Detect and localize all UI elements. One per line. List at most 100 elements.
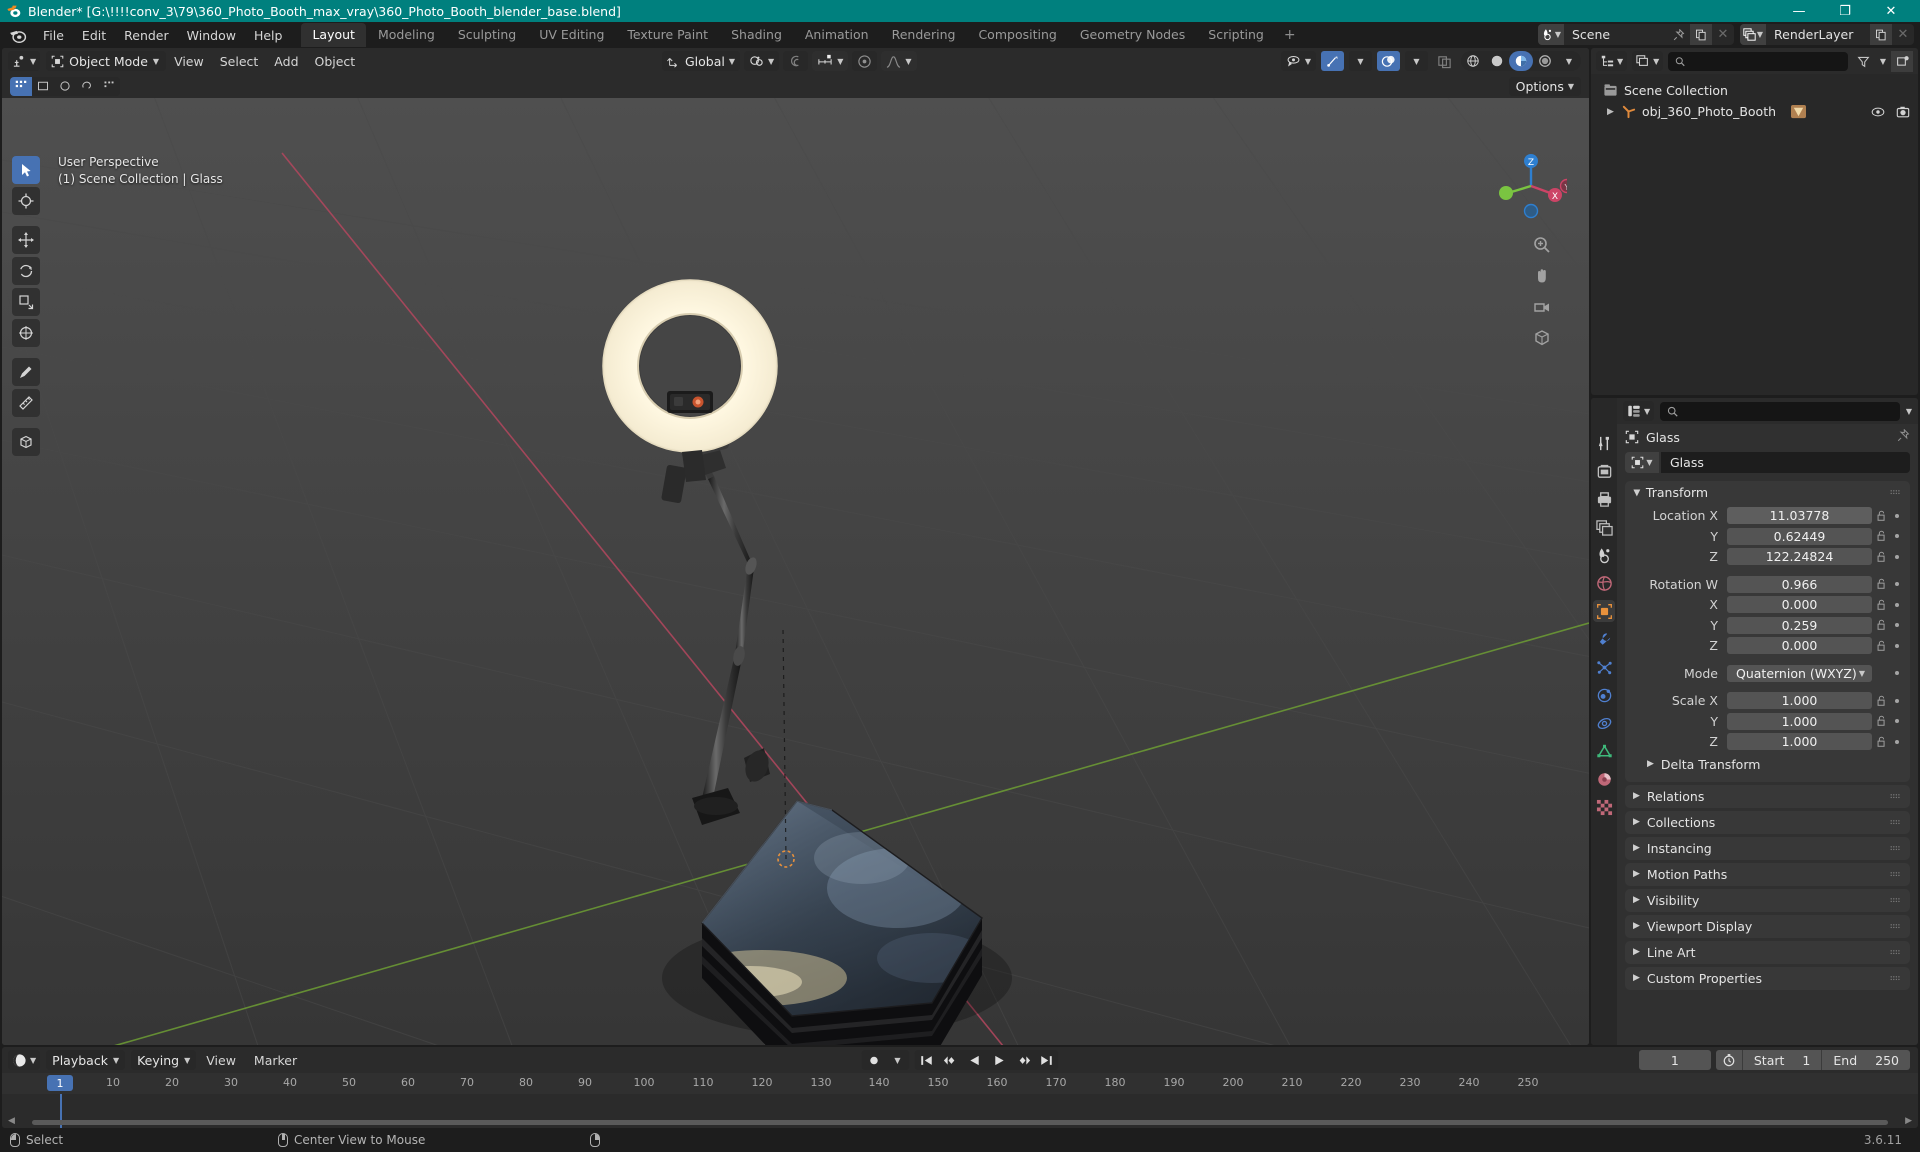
field-scale-x[interactable]: 1.000 (1727, 692, 1872, 709)
viewport-menu-select[interactable]: Select (212, 52, 267, 71)
play-reverse-button[interactable] (963, 1050, 987, 1070)
camera-view-icon[interactable] (1531, 296, 1553, 318)
panel-custom-properties[interactable]: ▶ Custom Properties (1625, 966, 1910, 990)
viewlayer-name[interactable]: RenderLayer (1766, 24, 1870, 45)
properties-editor[interactable]: ▼ ▼ Glass ▼ Glass ▶ Transform Location X… (1591, 398, 1918, 1045)
overlays-toggle-button[interactable] (1377, 51, 1400, 71)
pin-id-icon[interactable] (1897, 428, 1910, 445)
menu-edit[interactable]: Edit (73, 26, 115, 45)
shading-rendered-button[interactable] (1533, 51, 1557, 71)
auto-keying-options-dropdown[interactable]: ▼ (886, 1050, 910, 1070)
field-scale-y[interactable]: 1.000 (1727, 712, 1872, 730)
jump-to-prev-keyframe-button[interactable] (939, 1050, 963, 1070)
animate-scale-z-dot[interactable] (1891, 739, 1903, 744)
viewport-options-button[interactable]: Options ▼ (1508, 76, 1581, 96)
playhead-indicator[interactable]: 1 (47, 1075, 73, 1091)
menu-file[interactable]: File (34, 26, 73, 45)
minimize-button[interactable]: — (1776, 0, 1822, 22)
lock-location-y-icon[interactable] (1872, 530, 1891, 542)
outliner-search-field[interactable] (1690, 54, 1841, 68)
snapping-toggle[interactable] (783, 51, 809, 71)
chevron-down-icon[interactable]: ▼ (1906, 407, 1912, 416)
blender-menu-icon[interactable] (8, 25, 28, 45)
camera-render-icon[interactable] (1896, 105, 1910, 119)
tab-modeling[interactable]: Modeling (367, 23, 446, 47)
jump-to-end-button[interactable] (1035, 1050, 1059, 1070)
panel-line-art[interactable]: ▶ Line Art (1625, 940, 1910, 964)
lock-scale-z-icon[interactable] (1872, 736, 1891, 748)
lock-scale-y-icon[interactable] (1872, 715, 1891, 727)
properties-tab-object[interactable] (1593, 600, 1615, 622)
lock-scale-x-icon[interactable] (1872, 695, 1891, 707)
tool-rotate[interactable] (12, 257, 40, 285)
tab-animation[interactable]: Animation (794, 23, 880, 47)
field-scale-z[interactable]: 1.000 (1727, 733, 1872, 750)
scene-selector[interactable]: ▼ Scene ✕ (1538, 24, 1734, 45)
shading-material-preview-button[interactable] (1509, 51, 1533, 71)
shading-solid-button[interactable] (1485, 51, 1509, 71)
viewport-menu-view[interactable]: View (166, 52, 212, 71)
viewport-canvas[interactable]: User Perspective (1) Scene Collection | … (2, 98, 1589, 1045)
overlays-options-dropdown[interactable]: ▼ (1405, 51, 1428, 71)
viewport-menu-add[interactable]: Add (266, 52, 306, 71)
timeline-view-menu[interactable]: View (198, 1051, 244, 1070)
new-viewlayer-icon[interactable] (1870, 24, 1892, 45)
animate-rotation-w-dot[interactable] (1891, 582, 1903, 586)
expand-triangle-icon[interactable]: ▶ (1607, 107, 1614, 117)
properties-tab-world[interactable] (1593, 572, 1615, 594)
current-frame-field[interactable]: 1 (1638, 1050, 1711, 1070)
panel-motion-paths[interactable]: ▶ Motion Paths (1625, 862, 1910, 886)
panel-transform-header[interactable]: ▶ Transform (1625, 481, 1910, 504)
properties-tab-tool[interactable] (1593, 432, 1615, 454)
panel-collections[interactable]: ▶ Collections (1625, 810, 1910, 834)
new-scene-icon[interactable] (1690, 24, 1712, 45)
tab-sculpting[interactable]: Sculpting (447, 23, 527, 47)
properties-tab-material[interactable] (1593, 768, 1615, 790)
start-frame-field[interactable]: Start 1 (1743, 1050, 1822, 1070)
outliner-row-object[interactable]: ▶ obj_360_Photo_Booth (1591, 101, 1918, 122)
pan-hand-icon[interactable] (1531, 265, 1553, 287)
tab-scripting[interactable]: Scripting (1197, 23, 1275, 47)
editor-type-selector[interactable]: ▼ (8, 51, 41, 71)
field-rotation-mode[interactable]: Quaternion (WXYZ) ▼ (1727, 664, 1872, 682)
lock-rotation-w-icon[interactable] (1872, 578, 1891, 590)
tab-uv-editing[interactable]: UV Editing (528, 23, 615, 47)
animate-location-z-dot[interactable] (1891, 554, 1903, 559)
eye-icon[interactable] (1871, 106, 1885, 118)
field-rotation-z[interactable]: 0.000 (1727, 637, 1872, 654)
tool-cursor[interactable] (12, 187, 40, 215)
panel-instancing[interactable]: ▶ Instancing (1625, 836, 1910, 860)
outliner-editor[interactable]: ▼ ▼ ▼ Scene Collection ▶ obj_360_Photo_B… (1591, 48, 1918, 395)
timeline-editor-type-selector[interactable]: ▼ (8, 1050, 41, 1070)
gizmo-toggle-button[interactable] (1321, 51, 1344, 71)
timeline-marker-menu[interactable]: Marker (246, 1051, 305, 1070)
play-button[interactable] (987, 1050, 1011, 1070)
properties-tab-render[interactable] (1593, 460, 1615, 482)
tool-scale[interactable] (12, 288, 40, 316)
proportional-editing-toggle[interactable] (852, 51, 878, 71)
timeline-horizontal-scrollbar[interactable] (32, 1120, 1888, 1125)
panel-visibility[interactable]: ▶ Visibility (1625, 888, 1910, 912)
properties-tab-particles[interactable] (1593, 656, 1615, 678)
object-mode-selector[interactable]: Object Mode ▼ (46, 51, 167, 71)
lock-location-z-icon[interactable] (1872, 551, 1891, 563)
tool-measure[interactable] (12, 389, 40, 417)
select-mode-box-button[interactable] (32, 77, 54, 96)
subpanel-delta-transform[interactable]: ▶ Delta Transform (1625, 753, 1910, 773)
tool-add-cube[interactable] (12, 428, 40, 456)
tab-layout[interactable]: Layout (301, 23, 366, 47)
outliner-display-mode-selector[interactable]: ▼ (1632, 51, 1664, 71)
tab-texture-paint[interactable]: Texture Paint (616, 23, 719, 47)
close-button[interactable]: ✕ (1868, 0, 1914, 22)
timeline-editor[interactable]: ▼ Playback ▼ Keying ▼ View Marker ▼ 1 St… (2, 1047, 1918, 1128)
outliner-editor-type-selector[interactable]: ▼ (1596, 51, 1628, 71)
tab-geometry-nodes[interactable]: Geometry Nodes (1069, 23, 1196, 47)
select-mode-tweak-button[interactable] (10, 76, 32, 96)
properties-tab-scene[interactable] (1593, 544, 1615, 566)
properties-editor-type-selector[interactable]: ▼ (1623, 401, 1655, 421)
outliner-row-scene-collection[interactable]: Scene Collection (1591, 80, 1918, 101)
field-location-z[interactable]: 122.24824 (1727, 548, 1872, 565)
properties-tab-output[interactable] (1593, 488, 1615, 510)
field-location-y[interactable]: 0.62449 (1727, 527, 1872, 545)
lock-location-x-icon[interactable] (1872, 510, 1891, 522)
